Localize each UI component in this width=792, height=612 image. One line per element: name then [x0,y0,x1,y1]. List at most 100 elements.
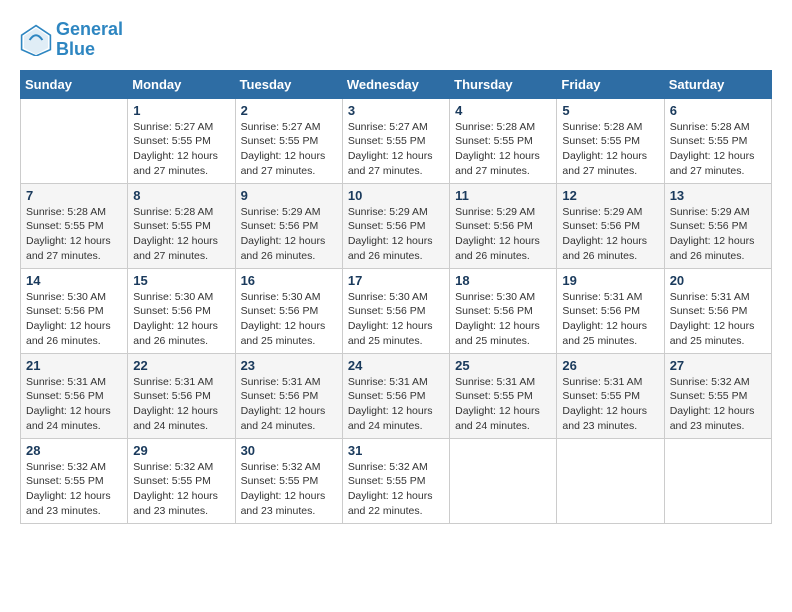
day-info: Sunrise: 5:31 AM Sunset: 5:55 PM Dayligh… [562,375,658,434]
day-info: Sunrise: 5:30 AM Sunset: 5:56 PM Dayligh… [26,290,122,349]
day-info: Sunrise: 5:27 AM Sunset: 5:55 PM Dayligh… [348,120,444,179]
day-info: Sunrise: 5:28 AM Sunset: 5:55 PM Dayligh… [133,205,229,264]
day-number: 2 [241,103,337,118]
day-number: 27 [670,358,766,373]
calendar-cell: 18 Sunrise: 5:30 AM Sunset: 5:56 PM Dayli… [450,268,557,353]
calendar-cell: 31 Sunrise: 5:32 AM Sunset: 5:55 PM Dayli… [342,438,449,523]
calendar-cell [450,438,557,523]
day-number: 16 [241,273,337,288]
day-number: 21 [26,358,122,373]
calendar-cell: 24 Sunrise: 5:31 AM Sunset: 5:56 PM Dayli… [342,353,449,438]
day-info: Sunrise: 5:32 AM Sunset: 5:55 PM Dayligh… [133,460,229,519]
day-info: Sunrise: 5:29 AM Sunset: 5:56 PM Dayligh… [562,205,658,264]
week-row-3: 14 Sunrise: 5:30 AM Sunset: 5:56 PM Dayli… [21,268,772,353]
day-number: 15 [133,273,229,288]
day-info: Sunrise: 5:29 AM Sunset: 5:56 PM Dayligh… [670,205,766,264]
logo-icon [20,24,52,56]
day-number: 29 [133,443,229,458]
calendar-cell: 3 Sunrise: 5:27 AM Sunset: 5:55 PM Daylig… [342,98,449,183]
calendar-cell: 7Sunrise: 5:28 AM Sunset: 5:55 PM Daylig… [21,183,128,268]
logo: General Blue [20,20,123,60]
calendar-cell: 23 Sunrise: 5:31 AM Sunset: 5:56 PM Dayli… [235,353,342,438]
header: General Blue [20,20,772,60]
calendar-cell: 1 Sunrise: 5:27 AM Sunset: 5:55 PM Daylig… [128,98,235,183]
calendar-cell [21,98,128,183]
day-info: Sunrise: 5:31 AM Sunset: 5:55 PM Dayligh… [455,375,551,434]
calendar-cell: 20 Sunrise: 5:31 AM Sunset: 5:56 PM Dayli… [664,268,771,353]
calendar-cell: 22 Sunrise: 5:31 AM Sunset: 5:56 PM Dayli… [128,353,235,438]
calendar-cell: 30Sunrise: 5:32 AM Sunset: 5:55 PM Dayli… [235,438,342,523]
day-number: 20 [670,273,766,288]
day-info: Sunrise: 5:29 AM Sunset: 5:56 PM Dayligh… [348,205,444,264]
day-number: 23 [241,358,337,373]
day-info: Sunrise: 5:28 AM Sunset: 5:55 PM Dayligh… [26,205,122,264]
day-number: 14 [26,273,122,288]
day-number: 5 [562,103,658,118]
day-info: Sunrise: 5:31 AM Sunset: 5:56 PM Dayligh… [348,375,444,434]
calendar-cell: 21 Sunrise: 5:31 AM Sunset: 5:56 PM Dayli… [21,353,128,438]
day-number: 9 [241,188,337,203]
day-number: 17 [348,273,444,288]
weekday-header-row: SundayMondayTuesdayWednesdayThursdayFrid… [21,70,772,98]
calendar-cell: 12Sunrise: 5:29 AM Sunset: 5:56 PM Dayli… [557,183,664,268]
calendar-cell: 9 Sunrise: 5:29 AM Sunset: 5:56 PM Daylig… [235,183,342,268]
calendar-cell: 11Sunrise: 5:29 AM Sunset: 5:56 PM Dayli… [450,183,557,268]
calendar-cell: 26 Sunrise: 5:31 AM Sunset: 5:55 PM Dayli… [557,353,664,438]
day-info: Sunrise: 5:27 AM Sunset: 5:55 PM Dayligh… [133,120,229,179]
calendar-table: SundayMondayTuesdayWednesdayThursdayFrid… [20,70,772,524]
day-info: Sunrise: 5:31 AM Sunset: 5:56 PM Dayligh… [241,375,337,434]
day-number: 6 [670,103,766,118]
day-number: 8 [133,188,229,203]
day-info: Sunrise: 5:30 AM Sunset: 5:56 PM Dayligh… [455,290,551,349]
day-info: Sunrise: 5:31 AM Sunset: 5:56 PM Dayligh… [26,375,122,434]
day-number: 18 [455,273,551,288]
week-row-5: 28 Sunrise: 5:32 AM Sunset: 5:55 PM Dayli… [21,438,772,523]
calendar-cell: 10 Sunrise: 5:29 AM Sunset: 5:56 PM Dayli… [342,183,449,268]
day-number: 22 [133,358,229,373]
day-number: 26 [562,358,658,373]
day-number: 3 [348,103,444,118]
calendar-cell: 4 Sunrise: 5:28 AM Sunset: 5:55 PM Daylig… [450,98,557,183]
day-info: Sunrise: 5:31 AM Sunset: 5:56 PM Dayligh… [562,290,658,349]
day-info: Sunrise: 5:30 AM Sunset: 5:56 PM Dayligh… [133,290,229,349]
weekday-header-sunday: Sunday [21,70,128,98]
weekday-header-thursday: Thursday [450,70,557,98]
day-number: 10 [348,188,444,203]
calendar-cell: 28Sunrise: 5:32 AM Sunset: 5:55 PM Dayli… [21,438,128,523]
calendar-cell: 25 Sunrise: 5:31 AM Sunset: 5:55 PM Dayli… [450,353,557,438]
day-number: 1 [133,103,229,118]
day-number: 19 [562,273,658,288]
day-info: Sunrise: 5:32 AM Sunset: 5:55 PM Dayligh… [670,375,766,434]
day-number: 24 [348,358,444,373]
day-info: Sunrise: 5:30 AM Sunset: 5:56 PM Dayligh… [348,290,444,349]
calendar-cell: 6 Sunrise: 5:28 AM Sunset: 5:55 PM Daylig… [664,98,771,183]
calendar-cell: 16 Sunrise: 5:30 AM Sunset: 5:56 PM Dayli… [235,268,342,353]
weekday-header-saturday: Saturday [664,70,771,98]
day-number: 28 [26,443,122,458]
calendar-cell: 17 Sunrise: 5:30 AM Sunset: 5:56 PM Dayli… [342,268,449,353]
day-number: 31 [348,443,444,458]
day-number: 4 [455,103,551,118]
day-info: Sunrise: 5:27 AM Sunset: 5:55 PM Dayligh… [241,120,337,179]
week-row-2: 7Sunrise: 5:28 AM Sunset: 5:55 PM Daylig… [21,183,772,268]
calendar-cell: 29 Sunrise: 5:32 AM Sunset: 5:55 PM Dayli… [128,438,235,523]
day-number: 13 [670,188,766,203]
logo-text: General Blue [56,20,123,60]
day-info: Sunrise: 5:30 AM Sunset: 5:56 PM Dayligh… [241,290,337,349]
day-info: Sunrise: 5:28 AM Sunset: 5:55 PM Dayligh… [455,120,551,179]
day-number: 11 [455,188,551,203]
calendar-cell [664,438,771,523]
day-number: 25 [455,358,551,373]
weekday-header-tuesday: Tuesday [235,70,342,98]
week-row-1: 1 Sunrise: 5:27 AM Sunset: 5:55 PM Daylig… [21,98,772,183]
calendar-cell [557,438,664,523]
calendar-cell: 2 Sunrise: 5:27 AM Sunset: 5:55 PM Daylig… [235,98,342,183]
week-row-4: 21 Sunrise: 5:31 AM Sunset: 5:56 PM Dayli… [21,353,772,438]
day-info: Sunrise: 5:32 AM Sunset: 5:55 PM Dayligh… [241,460,337,519]
day-info: Sunrise: 5:31 AM Sunset: 5:56 PM Dayligh… [133,375,229,434]
weekday-header-friday: Friday [557,70,664,98]
day-info: Sunrise: 5:28 AM Sunset: 5:55 PM Dayligh… [670,120,766,179]
day-info: Sunrise: 5:29 AM Sunset: 5:56 PM Dayligh… [241,205,337,264]
day-info: Sunrise: 5:31 AM Sunset: 5:56 PM Dayligh… [670,290,766,349]
day-info: Sunrise: 5:32 AM Sunset: 5:55 PM Dayligh… [348,460,444,519]
